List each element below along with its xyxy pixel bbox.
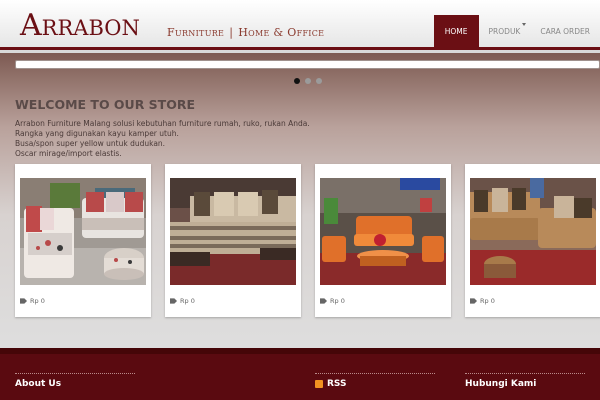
site-tagline: Furniture | Home & Office — [167, 26, 324, 39]
slider-dot-1[interactable] — [294, 78, 300, 84]
slider-banner[interactable] — [15, 60, 600, 69]
tag-icon — [320, 298, 327, 304]
product-card[interactable]: Rp 0 — [315, 164, 451, 317]
welcome-line: Busa/spon super yellow untuk dudukan. — [15, 139, 166, 148]
slider-pagination — [294, 78, 322, 84]
footer-about: About Us — [15, 373, 135, 389]
welcome-title: WELCOME TO OUR STORE — [15, 97, 195, 112]
sofa-brown-sectional-icon[interactable] — [470, 178, 596, 285]
slider-dot-3[interactable] — [316, 78, 322, 84]
welcome-description: Arrabon Furniture Malang solusi kebutuha… — [15, 119, 345, 159]
product-card[interactable]: Rp 0 — [165, 164, 301, 317]
product-price-value: Rp 0 — [330, 297, 345, 305]
product-card[interactable]: Rp 0 — [465, 164, 600, 317]
site-header: Arrabon Furniture | Home & Office HOME PRO… — [0, 0, 600, 50]
tag-icon — [20, 298, 27, 304]
nav-home[interactable]: HOME — [433, 15, 479, 50]
welcome-line: Oscar mirage/import elastis. — [15, 149, 122, 158]
rss-icon — [315, 380, 323, 388]
nav-cara-order[interactable]: CARA ORDER — [530, 15, 600, 50]
tag-icon — [470, 298, 477, 304]
site-logo[interactable]: Arrabon — [20, 8, 140, 44]
sofa-orange-set-icon[interactable] — [320, 178, 446, 285]
footer-rss-heading: RSS — [327, 379, 347, 389]
sofa-beige-striped-icon[interactable] — [170, 178, 296, 285]
footer-contact: Hubungi Kami — [465, 373, 585, 389]
product-price: Rp 0 — [20, 297, 45, 305]
welcome-line: Rangka yang digunakan kayu kamper utuh. — [15, 129, 179, 138]
site-footer: About Us RSS Hubungi Kami — [0, 348, 600, 400]
slider-dot-2[interactable] — [305, 78, 311, 84]
product-price: Rp 0 — [170, 297, 195, 305]
footer-about-heading: About Us — [15, 379, 62, 389]
welcome-line: Arrabon Furniture Malang solusi kebutuha… — [15, 119, 310, 128]
product-price-value: Rp 0 — [180, 297, 195, 305]
sofa-white-patterned-icon[interactable] — [20, 178, 146, 285]
product-card[interactable]: Rp 0 — [15, 164, 151, 317]
chevron-down-icon — [522, 23, 527, 26]
tagline-separator: | — [229, 26, 234, 39]
footer-rss[interactable]: RSS — [315, 373, 435, 389]
tagline-furniture: Furniture — [167, 26, 225, 39]
main-content: WELCOME TO OUR STORE Arrabon Furniture M… — [0, 53, 600, 348]
nav-produk-label: PRODUK — [488, 27, 521, 36]
product-price-value: Rp 0 — [30, 297, 45, 305]
product-price-value: Rp 0 — [480, 297, 495, 305]
nav-produk[interactable]: PRODUK — [479, 15, 531, 50]
main-nav: HOME PRODUK CARA ORDER — [433, 15, 600, 50]
tag-icon — [170, 298, 177, 304]
product-price: Rp 0 — [470, 297, 495, 305]
footer-contact-heading: Hubungi Kami — [465, 379, 537, 389]
product-price: Rp 0 — [320, 297, 345, 305]
tagline-home-office: Home & Office — [238, 26, 325, 39]
